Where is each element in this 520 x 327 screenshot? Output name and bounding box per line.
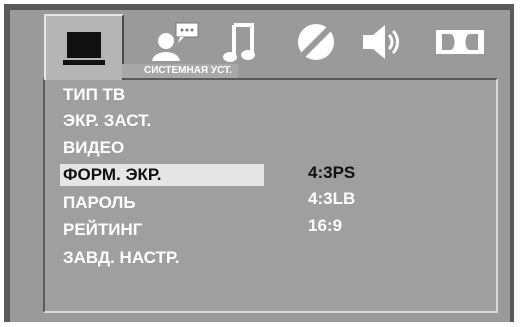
menu-item-rating[interactable]: РЕЙТИНГ (60, 219, 264, 241)
osd-setup-screen: СИСТЕМНАЯ УСТ. ТИП ТВ ЭКР. ЗАСТ. ВИДЕО Ф… (0, 0, 520, 327)
tab-system-setup[interactable] (44, 14, 124, 80)
user-speech-icon (152, 22, 199, 61)
music-note-icon (223, 23, 255, 62)
menu-item-password[interactable]: ПАРОЛЬ (60, 192, 264, 214)
section-label: СИСТЕМНАЯ УСТ. (122, 64, 238, 78)
tab-dolby[interactable] (420, 14, 500, 70)
dolby-icon (436, 30, 484, 54)
menu-item-screen-saver[interactable]: ЭКР. ЗАСТ. (60, 110, 264, 132)
menu-item-tv-type[interactable]: ТИП ТВ (60, 84, 264, 106)
speaker-icon (363, 25, 399, 59)
menu-item-video[interactable]: ВИДЕО (60, 137, 264, 159)
menu-item-factory-defaults[interactable]: ЗАВД. НАСТР. (60, 247, 264, 269)
tab-speaker-setup[interactable] (340, 14, 420, 70)
menu-item-screen-format[interactable]: ФОРМ. ЭКР. (60, 164, 264, 186)
option-4-3ps[interactable]: 4:3PS (308, 162, 355, 184)
tab-audio-setup[interactable] (200, 14, 280, 70)
monitor-icon (63, 32, 105, 65)
option-4-3lb[interactable]: 4:3LB (308, 188, 355, 210)
option-16-9[interactable]: 16:9 (308, 215, 342, 237)
circle-slash-icon (298, 24, 334, 60)
